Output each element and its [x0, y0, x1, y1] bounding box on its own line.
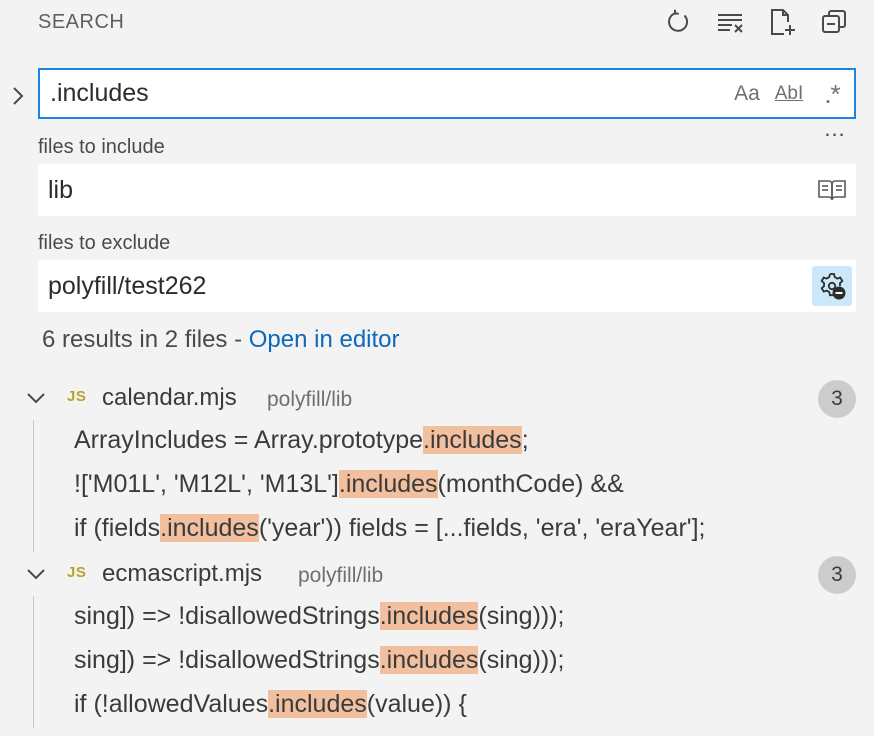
match-highlight: .includes — [379, 602, 479, 630]
search-box: Aa AbI .* — [38, 68, 856, 119]
match-line[interactable]: if (!allowedValues.includes(value)) { — [74, 682, 854, 726]
match-after: ('year')) fields = [...fields, 'era', 'e… — [258, 514, 706, 542]
match-highlight: .includes — [379, 646, 479, 674]
search-open-editors-button[interactable] — [812, 170, 852, 210]
new-search-editor-icon — [771, 9, 795, 35]
match-line[interactable]: if (fields.includes('year')) fields = [.… — [74, 506, 854, 550]
match-after: (sing))); — [478, 602, 565, 630]
match-line[interactable]: sing]) => !disallowedStrings.includes(si… — [74, 638, 854, 682]
toggle-replace-button[interactable] — [6, 82, 30, 110]
match-before: sing]) => !disallowedStrings — [74, 646, 380, 674]
js-file-icon: JS — [67, 564, 87, 581]
results-summary: 6 results in 2 files - Open in editor — [42, 326, 400, 354]
results-count-text: 6 results in 2 files - — [42, 326, 249, 353]
file-path: polyfill/lib — [267, 388, 353, 411]
match-after: (sing))); — [478, 646, 565, 674]
clear-results-button[interactable] — [714, 6, 746, 38]
clear-results-icon — [718, 14, 743, 33]
match-after: ; — [521, 426, 529, 454]
collapse-all-icon — [822, 10, 846, 33]
more-label: ... — [824, 116, 846, 141]
toggle-search-details-button[interactable]: ... — [820, 118, 850, 146]
match-after: (monthCode) && — [437, 470, 624, 498]
match-line[interactable]: ArrayIncludes = Array.prototype.includes… — [74, 418, 854, 462]
match-after: (value)) { — [366, 690, 467, 718]
collapse-all-button[interactable] — [818, 6, 850, 38]
refresh-button[interactable] — [662, 6, 694, 38]
match-before: sing]) => !disallowedStrings — [74, 602, 380, 630]
whole-word-toggle[interactable]: AbI — [772, 78, 806, 110]
match-highlight: .includes — [160, 514, 259, 542]
exclude-box — [38, 260, 856, 312]
match-line[interactable]: sing]) => !disallowedStrings.includes(si… — [74, 594, 854, 638]
regex-toggle[interactable]: .* — [816, 78, 848, 110]
match-highlight: .includes — [338, 470, 438, 498]
chevron-down-icon — [27, 393, 45, 404]
file-path: polyfill/lib — [298, 564, 384, 587]
match-case-label: Aa — [734, 82, 760, 105]
match-highlight: .includes — [423, 426, 522, 454]
match-before: ArrayIncludes = Array.prototype — [74, 426, 424, 454]
chevron-down-icon — [27, 569, 45, 580]
match-count-badge: 3 — [818, 380, 856, 418]
open-in-editor-link[interactable]: Open in editor — [249, 326, 400, 353]
file-result-ecmascript[interactable]: JS ecmascript.mjs polyfill/lib 3 — [0, 552, 874, 596]
match-highlight: .includes — [268, 690, 367, 718]
match-before: if (!allowedValues — [74, 690, 269, 718]
whole-word-label: AbI — [774, 83, 804, 104]
match-count-badge: 3 — [818, 556, 856, 594]
include-input[interactable] — [48, 164, 788, 216]
search-header: SEARCH — [0, 0, 874, 46]
tree-indent-guide — [33, 420, 34, 552]
tree-indent-guide — [33, 596, 34, 728]
refresh-icon — [668, 9, 689, 32]
file-name: ecmascript.mjs — [102, 560, 263, 587]
match-case-toggle[interactable]: Aa — [732, 78, 762, 110]
js-file-icon: JS — [67, 388, 87, 405]
match-line[interactable]: !['M01L', 'M12L', 'M13L'].includes(month… — [74, 462, 854, 506]
new-search-editor-button[interactable] — [766, 6, 798, 38]
use-exclude-settings-button[interactable] — [812, 266, 852, 306]
chevron-right-icon — [13, 87, 24, 105]
regex-label: .* — [824, 78, 840, 109]
match-before: !['M01L', 'M12L', 'M13L'] — [74, 470, 339, 498]
match-before: if (fields — [74, 514, 161, 542]
gear-exclude-icon — [820, 273, 846, 300]
search-input[interactable] — [50, 70, 710, 117]
exclude-label: files to exclude — [38, 232, 171, 254]
include-label: files to include — [38, 136, 165, 158]
exclude-input[interactable] — [48, 260, 788, 312]
panel-title: SEARCH — [38, 11, 125, 33]
book-icon — [818, 180, 846, 201]
include-box — [38, 164, 856, 216]
file-result-calendar[interactable]: JS calendar.mjs polyfill/lib 3 — [0, 376, 874, 420]
file-name: calendar.mjs — [102, 384, 237, 411]
